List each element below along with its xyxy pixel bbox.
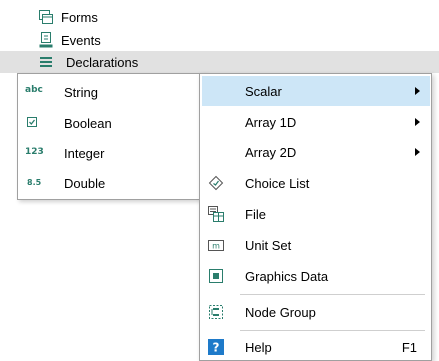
menu-item-graphics-data[interactable]: Graphics Data bbox=[202, 261, 430, 291]
menu-item-array-2d[interactable]: Array 2D bbox=[202, 137, 430, 167]
submenu-item-integer[interactable]: 123 Integer bbox=[18, 138, 205, 168]
shortcut-label: F1 bbox=[401, 339, 417, 355]
submenu-arrow-icon bbox=[415, 148, 420, 156]
tree-item-label: Events bbox=[61, 32, 101, 48]
node-group-icon bbox=[207, 303, 225, 321]
tree-item-label: Forms bbox=[61, 9, 98, 25]
submenu-arrow-icon bbox=[415, 118, 420, 126]
submenu-arrow-icon bbox=[415, 87, 420, 95]
submenu-item-string[interactable]: abc String bbox=[18, 77, 205, 107]
menu-separator bbox=[240, 294, 425, 295]
menu-item-label: Choice List bbox=[245, 175, 310, 191]
forms-icon bbox=[38, 9, 54, 25]
menu-item-label: Array 1D bbox=[245, 114, 297, 130]
menu-item-choice-list[interactable]: Choice List bbox=[202, 168, 430, 198]
menu-item-label: Help bbox=[245, 339, 272, 355]
submenu-item-double[interactable]: 8.5 Double bbox=[18, 168, 205, 198]
help-icon: ? bbox=[207, 338, 225, 356]
menu-separator bbox=[240, 330, 425, 331]
menu-item-help[interactable]: ? Help F1 bbox=[202, 332, 430, 361]
menu-item-label: Unit Set bbox=[245, 237, 292, 253]
scalar-submenu: abc String Boolean 123 Integer 8.5 Doubl… bbox=[17, 73, 206, 200]
svg-text:m: m bbox=[212, 242, 220, 251]
tree-item-label: Declarations bbox=[66, 54, 139, 70]
graphics-data-icon bbox=[207, 267, 225, 285]
menu-item-unit-set[interactable]: m Unit Set bbox=[202, 230, 430, 260]
tree-item-events[interactable]: Events bbox=[38, 29, 101, 51]
unit-set-icon: m bbox=[207, 236, 225, 254]
tree-item-declarations[interactable]: Declarations bbox=[0, 51, 439, 73]
menu-item-file[interactable]: File bbox=[202, 199, 430, 229]
file-icon bbox=[207, 205, 225, 223]
events-icon bbox=[38, 32, 54, 48]
svg-text:?: ? bbox=[213, 341, 220, 355]
menu-item-array-1d[interactable]: Array 1D bbox=[202, 107, 430, 137]
menu-item-label: File bbox=[245, 206, 266, 222]
integer-type-icon: 123 bbox=[25, 147, 44, 157]
submenu-item-boolean[interactable]: Boolean bbox=[18, 108, 205, 138]
choice-list-icon bbox=[207, 174, 225, 192]
string-type-icon: abc bbox=[25, 85, 43, 95]
menu-item-label: Graphics Data bbox=[245, 268, 329, 284]
menu-item-scalar[interactable]: Scalar bbox=[202, 76, 430, 106]
tree-item-forms[interactable]: Forms bbox=[38, 6, 98, 28]
submenu-item-label: Double bbox=[64, 175, 106, 191]
boolean-type-icon bbox=[27, 117, 37, 130]
declarations-icon bbox=[38, 54, 54, 70]
double-type-icon: 8.5 bbox=[27, 178, 42, 187]
submenu-item-label: String bbox=[64, 84, 98, 100]
menu-item-label: Scalar bbox=[245, 83, 282, 99]
submenu-item-label: Integer bbox=[64, 145, 105, 161]
context-menu: Scalar Array 1D Array 2D Choice List Fil… bbox=[199, 73, 432, 361]
menu-item-node-group[interactable]: Node Group bbox=[202, 297, 430, 327]
menu-item-label: Array 2D bbox=[245, 144, 297, 160]
menu-item-label: Node Group bbox=[245, 304, 316, 320]
submenu-item-label: Boolean bbox=[64, 115, 112, 131]
